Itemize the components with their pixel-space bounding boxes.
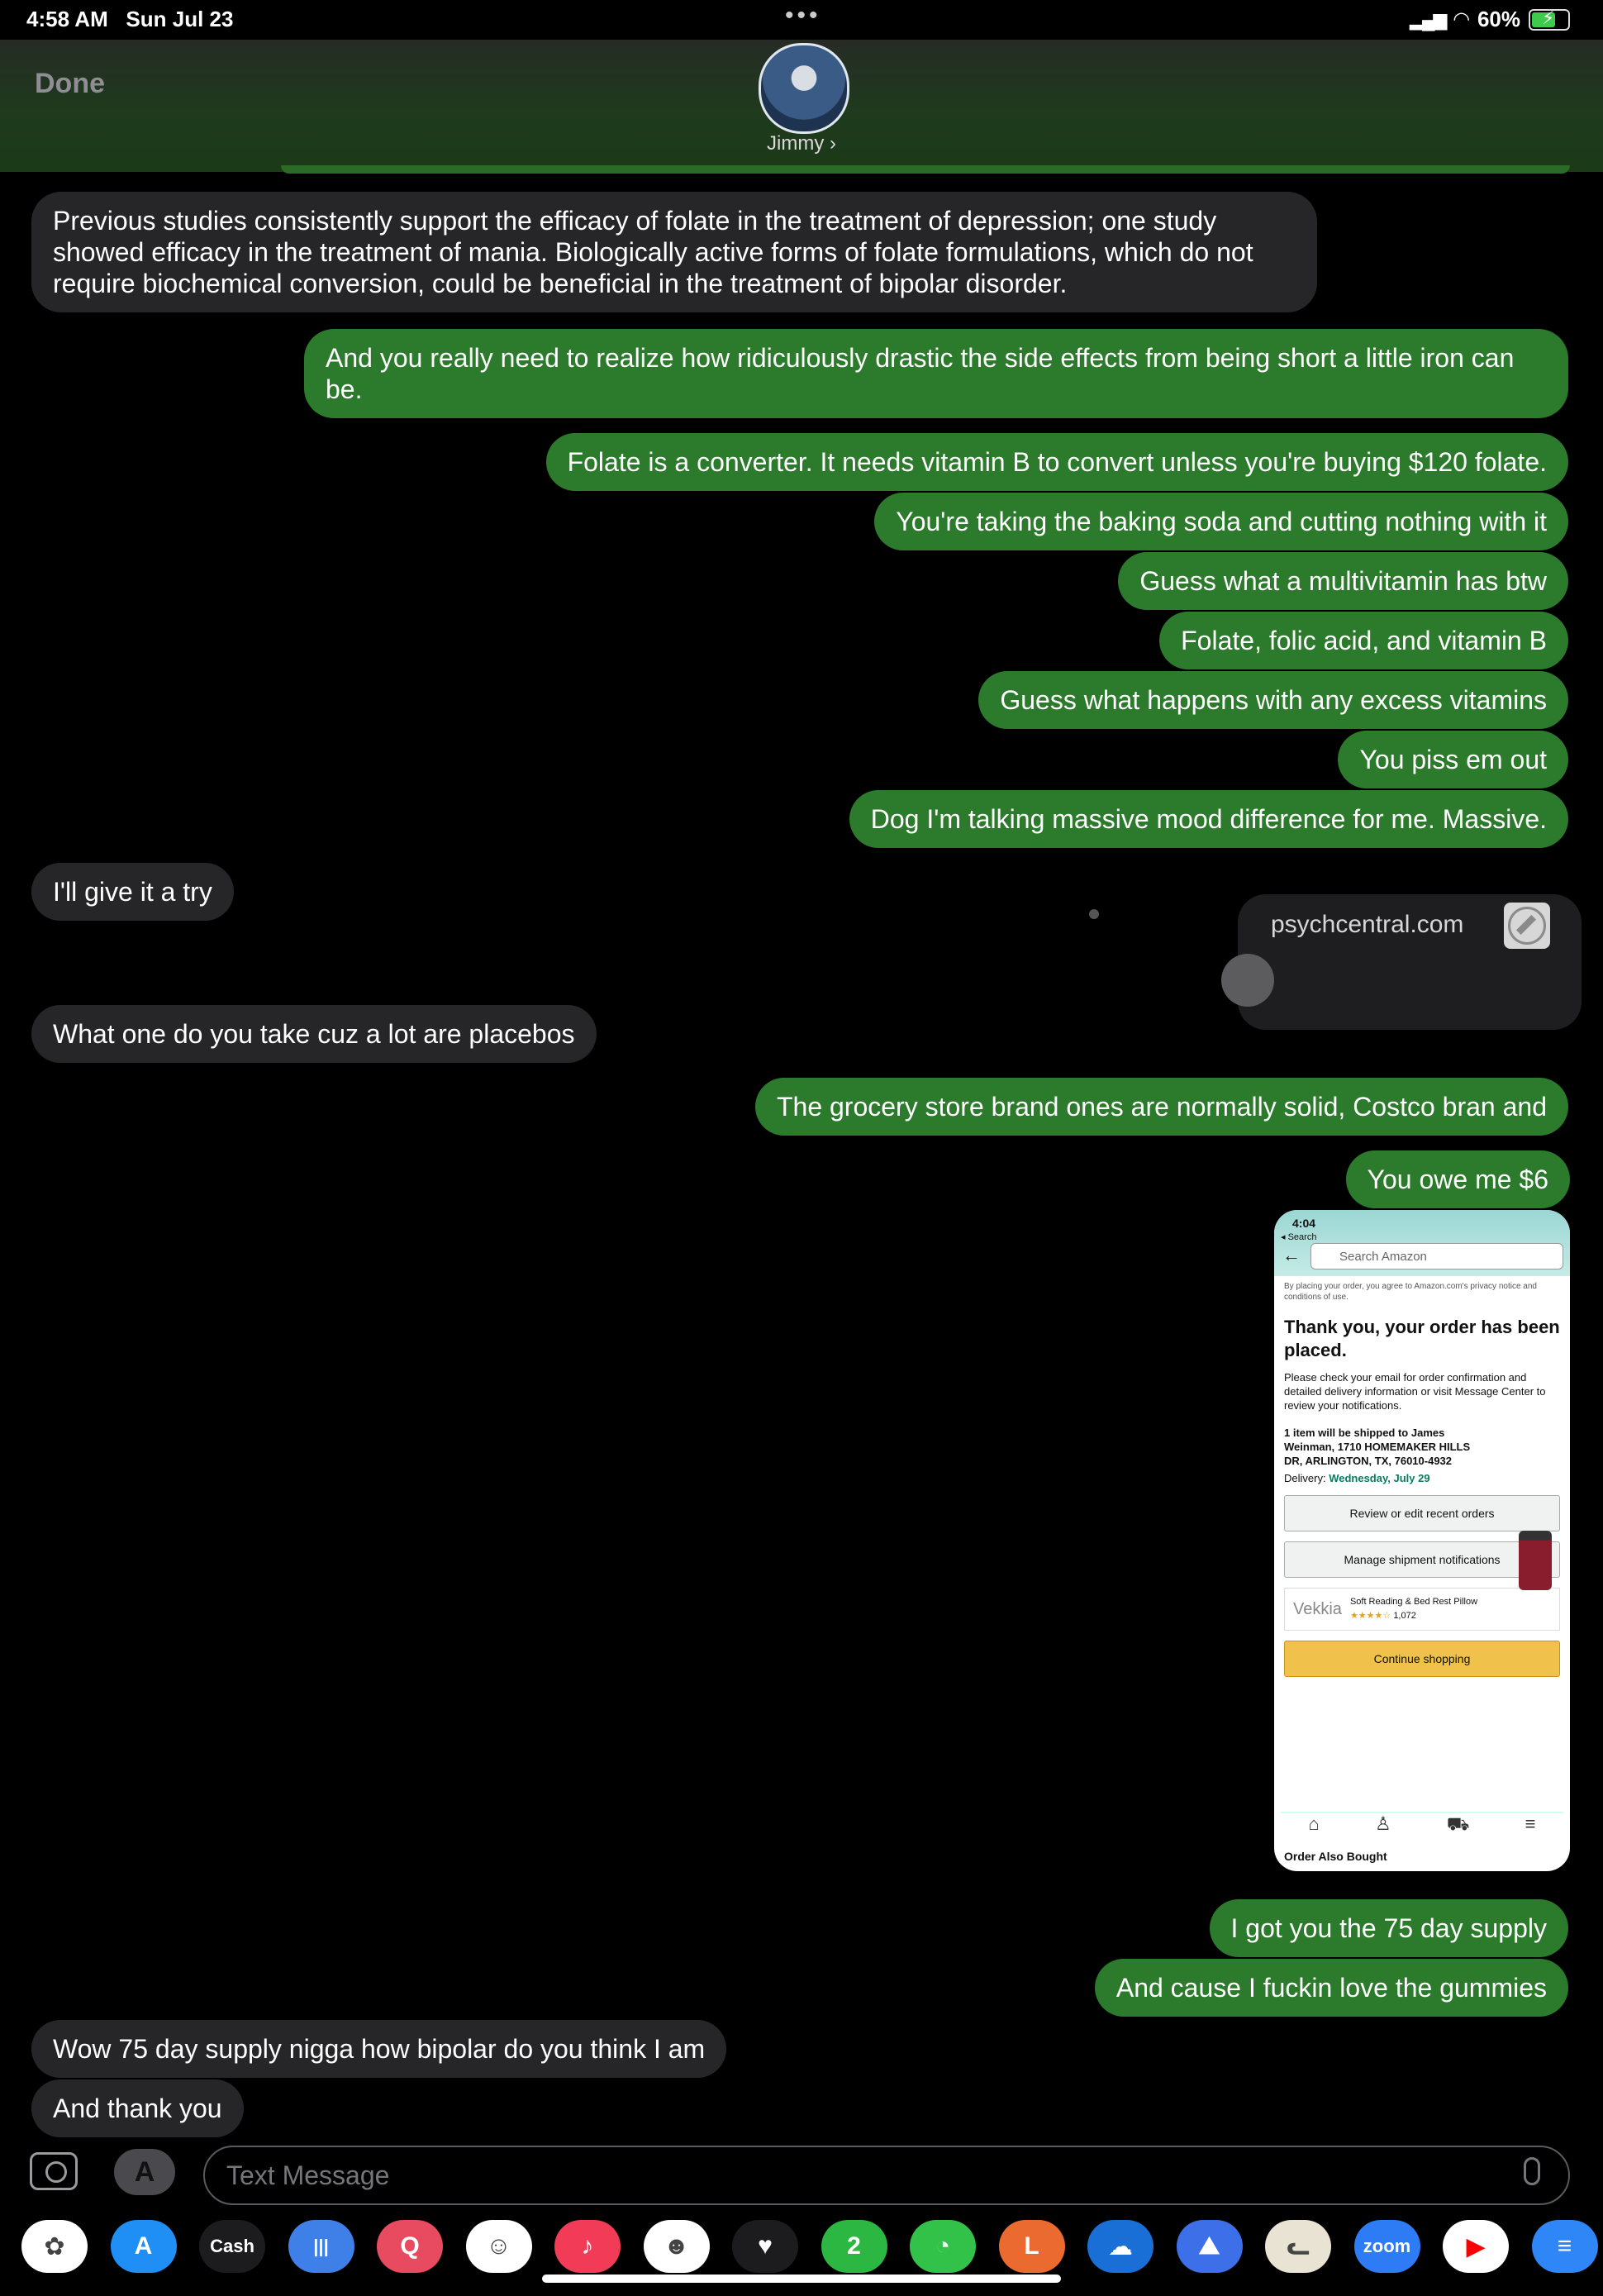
contact-name[interactable]: Jimmy › (744, 132, 859, 155)
supplement-bottle-image (1519, 1531, 1552, 1590)
dock-office-icon[interactable]: L (998, 2220, 1065, 2273)
app-store-icon[interactable]: A (114, 2149, 175, 2195)
shot-tab-bar: ⌂ ♙ ⛟ ≡ (1281, 1812, 1563, 1846)
shot-back-link: ◂ Search (1281, 1232, 1317, 1242)
dock-list-icon[interactable]: ≡ (1531, 2220, 1598, 2273)
shot-continue-button: Continue shopping (1284, 1641, 1560, 1677)
shot-status-area: 4:04 ◂ Search ← Search Amazon (1274, 1210, 1570, 1276)
dock-youtube-icon[interactable]: ▶ (1443, 2220, 1509, 2273)
shot-review-button: Review or edit recent orders (1284, 1495, 1560, 1531)
message-input[interactable]: Text Message (203, 2146, 1570, 2205)
dock-cat-icon[interactable]: ᓚ (1265, 2220, 1331, 2273)
dock-apple-cash-icon[interactable]: Cash (199, 2220, 265, 2273)
touch-indicator (1221, 954, 1274, 1007)
battery-charging-icon: ⚡ (1529, 7, 1570, 31)
shot-ad-text: Soft Reading & Bed Rest Pillow (1349, 1597, 1478, 1607)
shot-ship-to: 1 item will be shipped to James Weinman,… (1284, 1427, 1471, 1467)
message-bubble-incoming[interactable]: I'll give it a try (31, 863, 234, 921)
message-bubble-incoming[interactable]: And thank you (31, 2079, 244, 2137)
dock-zoom-icon[interactable]: zoom (1353, 2220, 1420, 2273)
shot-ad: Vekkia Soft Reading & Bed Rest Pillow ★★★… (1284, 1588, 1560, 1631)
shot-fine-print: By placing your order, you agree to Amaz… (1284, 1282, 1537, 1302)
message-bubble-incoming[interactable]: Wow 75 day supply nigga how bipolar do y… (31, 2020, 727, 2078)
back-arrow-icon: ← (1282, 1245, 1301, 1265)
shot-ad-count: 1,072 (1393, 1611, 1416, 1621)
cart-icon: ⛟ (1446, 1813, 1470, 1834)
multitask-dots-icon[interactable]: ••• (785, 2, 821, 30)
camera-icon[interactable] (30, 2152, 78, 2190)
microphone-icon[interactable] (1524, 2157, 1540, 2185)
dock-whatsapp-icon[interactable]: 2 (821, 2220, 887, 2273)
message-bubble-outgoing[interactable]: I got you the 75 day supply (1209, 1899, 1568, 1957)
status-right: ▂▄▆ ◠ 60% ⚡ (1410, 7, 1570, 32)
message-bubble-outgoing[interactable]: You're taking the baking soda and cuttin… (874, 493, 1568, 550)
dock-clock-icon[interactable]: ◔ (910, 2220, 976, 2273)
message-bubble-incoming[interactable]: What one do you take cuz a lot are place… (31, 1005, 597, 1063)
home-icon: ⌂ (1308, 1813, 1320, 1834)
dock-memoji-icon[interactable]: ☺ (465, 2220, 532, 2273)
signal-icon: ▂▄▆ (1410, 8, 1447, 30)
battery-percent: 60% (1477, 7, 1520, 31)
message-bubble-outgoing[interactable]: Dog I'm talking massive mood difference … (849, 790, 1568, 848)
message-bubble-outgoing[interactable]: The grocery store brand ones are normall… (754, 1078, 1568, 1136)
contact-avatar[interactable] (759, 43, 849, 134)
status-time: 4:58 AM Sun Jul 23 (26, 7, 234, 31)
dock-app-store-icon[interactable]: A (110, 2220, 177, 2273)
message-bubble-outgoing[interactable]: Folate, folic acid, and vitamin B (1159, 612, 1568, 669)
message-bubble-outgoing[interactable]: You owe me $6 (1345, 1150, 1570, 1208)
status-bar: 4:58 AM Sun Jul 23 ••• ▂▄▆ ◠ 60% ⚡ (0, 0, 1603, 40)
dock-fitness-icon[interactable]: ♥ (732, 2220, 798, 2273)
shot-time: 4:04 (1292, 1217, 1316, 1230)
shot-info: Please check your email for order confir… (1284, 1371, 1546, 1412)
message-bubble-outgoing[interactable]: And you really need to realize how ridic… (304, 329, 1568, 418)
message-bubble-outgoing[interactable]: You piss em out (1338, 731, 1568, 788)
message-bubble-outgoing[interactable]: Guess what a multivitamin has btw (1118, 552, 1568, 610)
dock-search-app-icon[interactable]: Q (377, 2220, 443, 2273)
message-bubble-outgoing[interactable]: Guess what happens with any excess vitam… (978, 671, 1568, 729)
dock-memoji-2-icon[interactable]: ☻ (643, 2220, 710, 2273)
screenshot-attachment[interactable]: 4:04 ◂ Search ← Search Amazon By placing… (1274, 1210, 1570, 1871)
link-preview-domain: psychcentral.com (1271, 911, 1464, 938)
menu-icon: ≡ (1525, 1813, 1536, 1834)
message-bubble-outgoing[interactable]: Folate is a converter. It needs vitamin … (545, 433, 1568, 491)
home-indicator[interactable] (542, 2275, 1061, 2283)
done-button[interactable]: Done (35, 68, 105, 100)
chevron-right-icon: › (830, 132, 836, 155)
safari-compass-icon (1504, 903, 1550, 949)
dock-music-icon[interactable]: ♪ (554, 2220, 621, 2273)
shot-delivery: Delivery: Wednesday, July 29 (1284, 1472, 1430, 1484)
dock-photos-icon[interactable]: ✿ (21, 2220, 88, 2273)
account-icon: ♙ (1374, 1813, 1391, 1834)
typing-dot (1089, 909, 1099, 919)
dock-audio-icon[interactable]: ||| (288, 2220, 354, 2273)
message-bubble-incoming[interactable]: Previous studies consistently support th… (31, 192, 1317, 312)
message-bubble-outgoing[interactable]: And cause I fuckin love the gummies (1094, 1959, 1568, 2017)
shot-ad-brand: Vekkia (1293, 1599, 1342, 1618)
shot-search-field: Search Amazon (1310, 1243, 1563, 1269)
header-bubble-edge (281, 165, 1570, 174)
shot-title: Thank you, your order has been placed. (1284, 1317, 1560, 1360)
dock-onedrive-icon[interactable]: ☁ (1087, 2220, 1153, 2273)
dock-nord-icon[interactable]: ⛰ (1176, 2220, 1243, 2273)
shot-footer: Order Also Bought (1284, 1850, 1387, 1863)
wifi-icon: ◠ (1453, 8, 1469, 31)
